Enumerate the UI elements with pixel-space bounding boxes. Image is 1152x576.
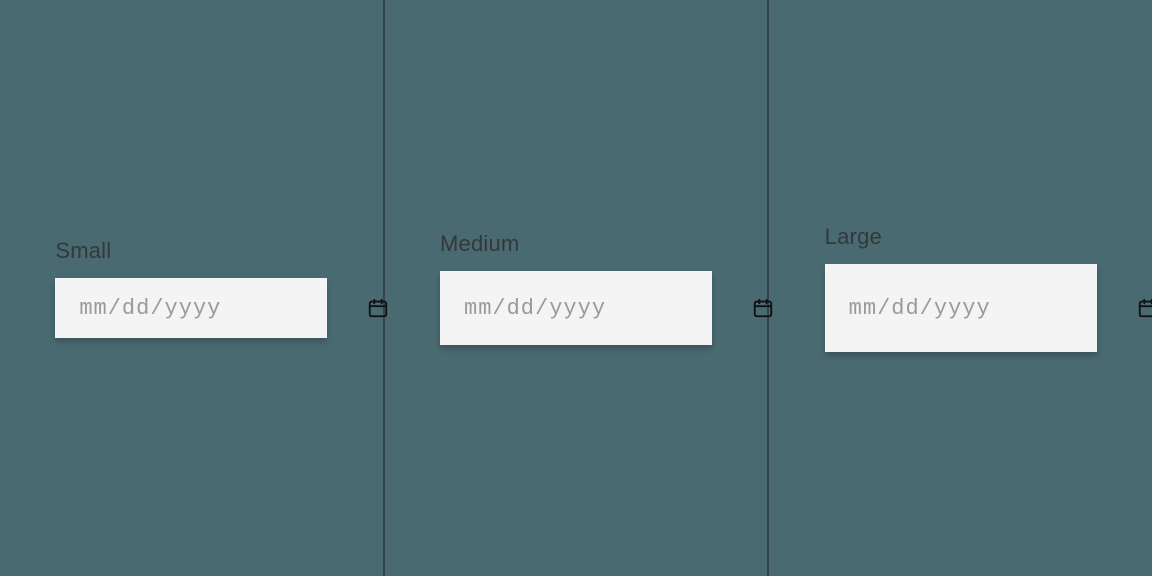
field-label: Large <box>825 224 882 250</box>
calendar-icon[interactable] <box>1137 297 1152 319</box>
field-label: Small <box>55 238 111 264</box>
date-field-large: Large <box>825 224 1097 352</box>
field-label: Medium <box>440 231 519 257</box>
date-input[interactable] <box>849 296 1127 321</box>
date-input-container <box>55 278 327 338</box>
date-input-container <box>825 264 1097 352</box>
date-input-container <box>440 271 712 345</box>
panel-medium: Medium <box>385 0 768 576</box>
date-field-medium: Medium <box>440 231 712 345</box>
date-input[interactable] <box>464 296 742 321</box>
date-field-small: Small <box>55 238 327 338</box>
panel-large: Large <box>769 0 1152 576</box>
date-input[interactable] <box>79 296 357 321</box>
panel-small: Small <box>0 0 383 576</box>
